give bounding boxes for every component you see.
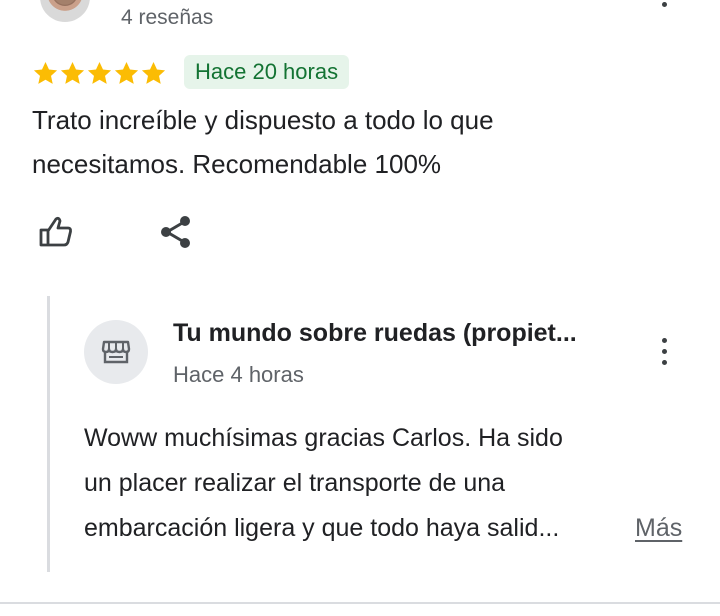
star-icon bbox=[87, 62, 112, 84]
more-options-icon[interactable] bbox=[656, 338, 672, 372]
review-time-badge: Hace 20 horas bbox=[184, 55, 350, 89]
storefront-icon bbox=[101, 340, 131, 364]
more-link[interactable]: Más bbox=[635, 514, 682, 543]
star-icon bbox=[141, 62, 166, 84]
star-icon bbox=[33, 62, 58, 84]
thumb-up-icon bbox=[39, 216, 72, 247]
reply-indent-bar bbox=[47, 296, 50, 572]
owner-reply-time: Hace 4 horas bbox=[173, 362, 304, 387]
star-rating bbox=[32, 60, 167, 88]
owner-avatar[interactable] bbox=[84, 320, 148, 384]
reviewer-review-count: 4 reseñas bbox=[121, 6, 214, 29]
divider bbox=[0, 602, 720, 604]
reply-line: embarcación ligera y que todo haya salid… bbox=[84, 514, 560, 542]
share-icon bbox=[161, 216, 190, 248]
star-icon bbox=[114, 62, 139, 84]
like-button[interactable] bbox=[36, 212, 76, 252]
share-button[interactable] bbox=[158, 214, 194, 250]
review-more-options-icon[interactable] bbox=[662, 2, 667, 7]
owner-name[interactable]: Tu mundo sobre ruedas (propiet... bbox=[173, 319, 577, 348]
star-icon bbox=[60, 62, 85, 84]
reply-line: un placer realizar el transporte de una bbox=[84, 469, 506, 497]
owner-reply-text: Woww muchísimas gracias Carlos. Ha sido … bbox=[84, 416, 644, 551]
review-text: Trato increíble y dispuesto a todo lo qu… bbox=[32, 105, 494, 179]
reply-line: Woww muchísimas gracias Carlos. Ha sido bbox=[84, 424, 563, 452]
reviewer-avatar[interactable] bbox=[40, 0, 90, 22]
